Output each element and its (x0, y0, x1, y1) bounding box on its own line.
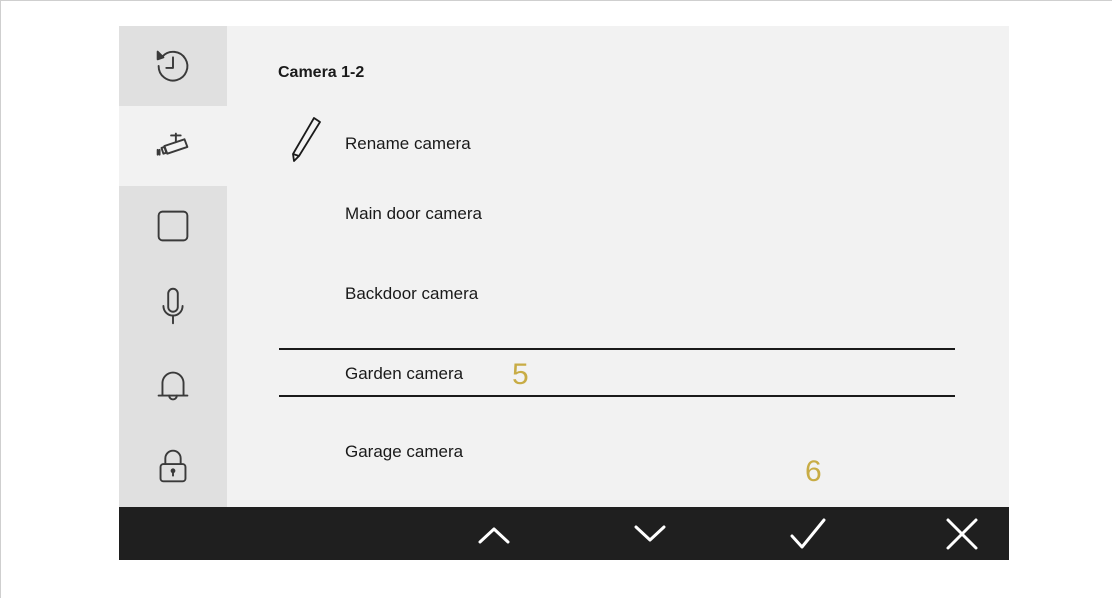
list-item-garage-camera[interactable]: Garage camera (345, 442, 463, 462)
sidebar-item-audio[interactable] (119, 266, 227, 346)
selection-line-top (279, 348, 955, 350)
history-icon (156, 50, 189, 82)
microphone-icon (162, 287, 184, 325)
sidebar-item-camera[interactable] (119, 106, 227, 186)
frame-border-left (0, 0, 1, 598)
device-screen: Camera 1-2 Rename camera Main door camer… (119, 26, 1009, 560)
bottom-action-bar (119, 507, 1009, 560)
sidebar-item-history[interactable] (119, 26, 227, 106)
confirm-button[interactable] (773, 507, 843, 560)
bell-icon (157, 371, 189, 401)
sidebar-item-display[interactable] (119, 186, 227, 266)
close-icon (946, 518, 978, 549)
sidebar (119, 26, 227, 507)
camera-settings-panel: Camera 1-2 Rename camera Main door camer… (227, 26, 1009, 507)
frame-border-top (0, 0, 1112, 1)
check-icon (790, 518, 826, 548)
pencil-icon[interactable] (287, 116, 323, 166)
list-item-backdoor-camera[interactable]: Backdoor camera (345, 284, 478, 304)
square-icon (157, 210, 189, 242)
lock-icon (159, 449, 187, 483)
list-item-main-door-camera[interactable]: Main door camera (345, 204, 482, 224)
sidebar-item-security[interactable] (119, 426, 227, 506)
list-item-garden-camera[interactable]: Garden camera (345, 364, 463, 384)
chevron-down-icon (634, 525, 666, 541)
annotation-marker-5: 5 (512, 358, 529, 391)
rename-camera-button[interactable]: Rename camera (345, 134, 471, 154)
page-title: Camera 1-2 (278, 64, 365, 81)
sidebar-item-notifications[interactable] (119, 346, 227, 426)
scroll-down-button[interactable] (615, 507, 685, 560)
selection-line-bottom (279, 395, 955, 397)
chevron-up-icon (478, 527, 510, 543)
close-button[interactable] (927, 507, 997, 560)
camera-icon (156, 132, 189, 156)
annotation-marker-6: 6 (805, 455, 822, 488)
scroll-up-button[interactable] (459, 507, 529, 560)
